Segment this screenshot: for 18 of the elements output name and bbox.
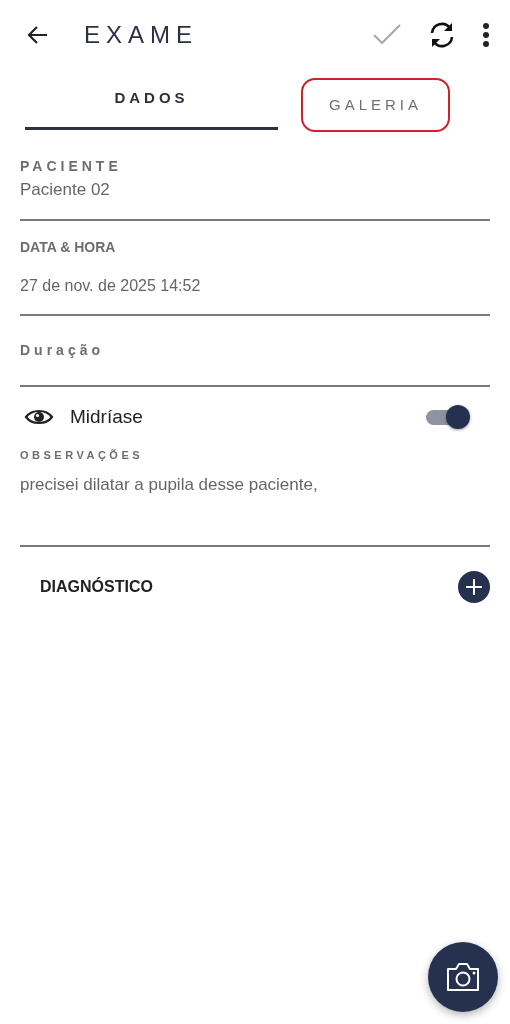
input-field[interactable]: 27 de nov. de 2025 14:52	[20, 273, 490, 298]
toggle-switch[interactable]	[426, 404, 470, 429]
more-icon	[482, 22, 490, 48]
camera-icon	[445, 962, 481, 992]
plus-icon	[466, 579, 482, 595]
add-button[interactable]	[458, 571, 490, 603]
camera-button[interactable]	[428, 942, 498, 1012]
toggle-label: Midríase	[70, 404, 144, 429]
field-value[interactable]: Paciente 02	[20, 177, 490, 203]
field-label: PACIENTE	[20, 157, 123, 176]
section-title: DIAGNÓSTICO	[40, 576, 153, 597]
field-label[interactable]: Duração	[20, 339, 490, 361]
field-label: OBSERVAÇÕES	[20, 448, 145, 463]
tab[interactable]: DADOS	[25, 70, 278, 130]
field-label: DATA & HORA	[20, 237, 117, 257]
notes-field[interactable]: precisei dilatar a pupila desse paciente,	[20, 471, 490, 497]
screen-title: EXAME	[84, 20, 199, 50]
tab[interactable]: GALERIA	[303, 80, 448, 130]
